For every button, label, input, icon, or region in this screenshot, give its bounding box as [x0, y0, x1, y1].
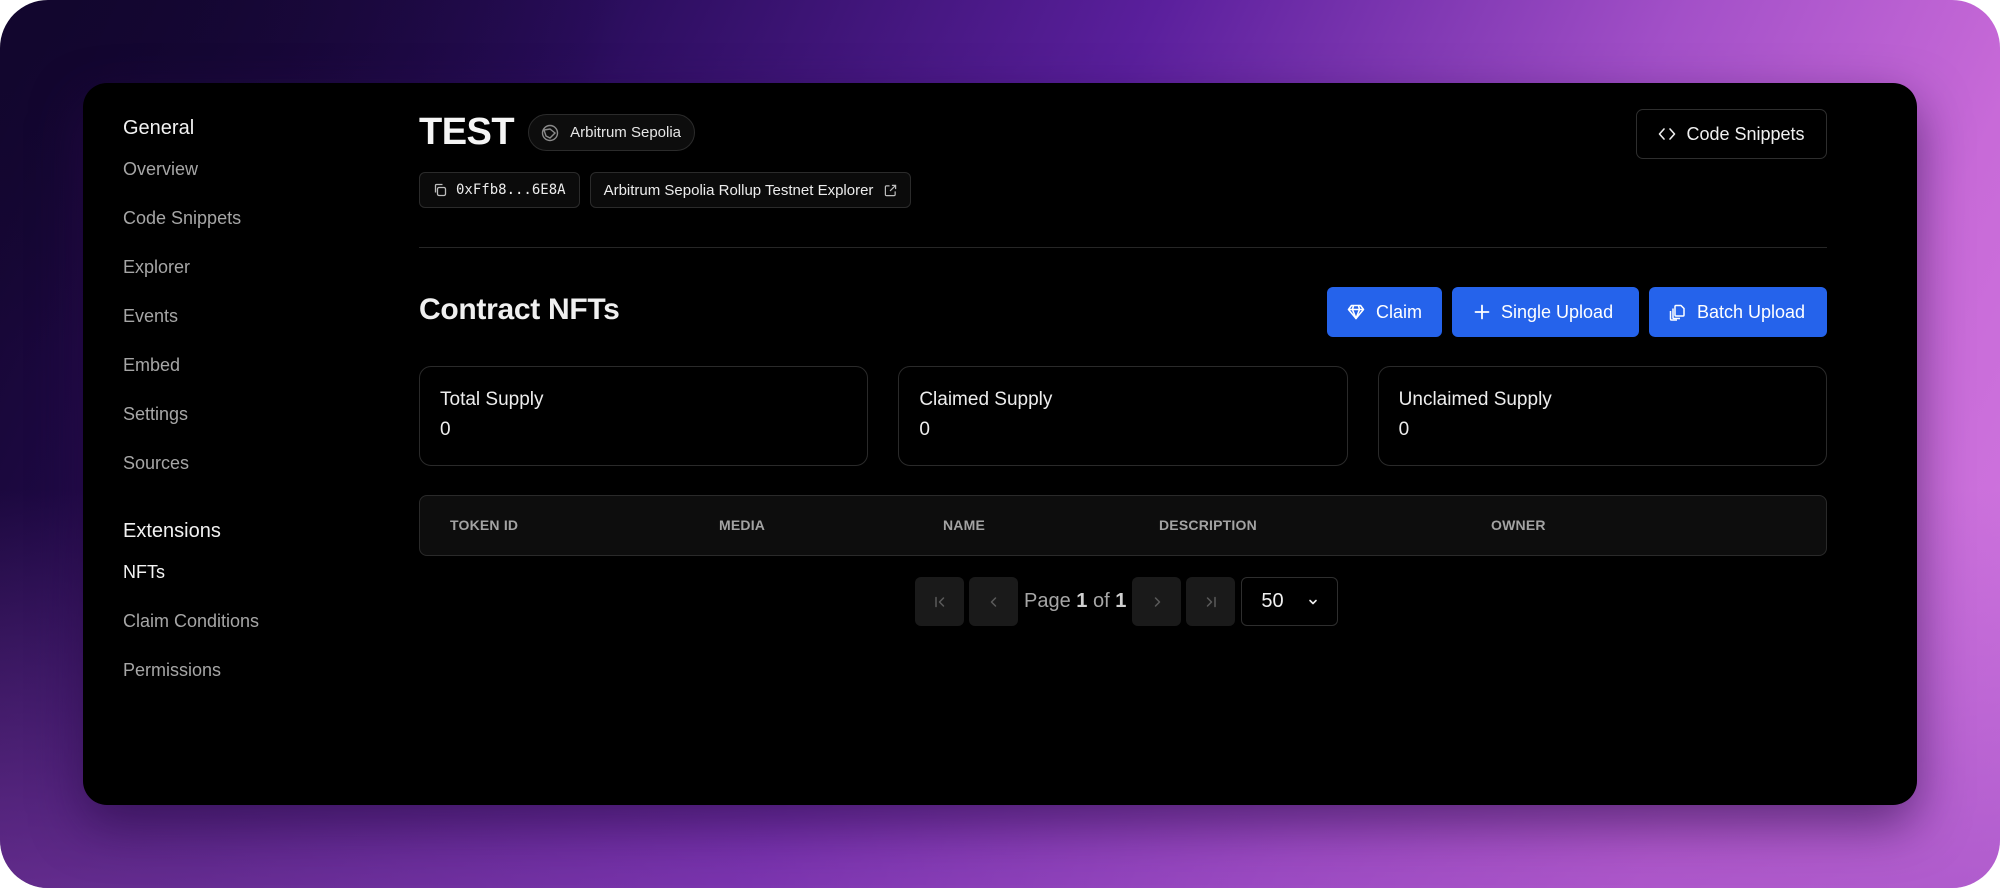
stat-value: 0	[919, 419, 930, 440]
column-header-name[interactable]: NAME	[943, 496, 985, 555]
chevron-right-icon	[1154, 596, 1161, 607]
chevron-down-icon	[1309, 599, 1318, 604]
supply-stats: Total Supply 0 Claimed Supply 0 Unclaime…	[419, 366, 1827, 466]
chevrons-first-icon	[934, 596, 944, 607]
single-upload-button[interactable]: Single Upload	[1452, 287, 1639, 337]
chevrons-last-icon	[1206, 596, 1216, 607]
sidebar-item-settings[interactable]: Settings	[123, 390, 383, 439]
explorer-link-label: Arbitrum Sepolia Rollup Testnet Explorer	[603, 181, 874, 199]
stat-card-unclaimed-supply: Unclaimed Supply 0	[1377, 366, 1827, 466]
sidebar: General Overview Code Snippets Explorer …	[123, 115, 383, 695]
sidebar-item-explorer[interactable]: Explorer	[123, 243, 383, 292]
page-prefix: Page	[1024, 590, 1071, 612]
sidebar-heading-general: General	[123, 117, 195, 139]
claim-button[interactable]: Claim	[1327, 287, 1442, 337]
column-header-token-id[interactable]: TOKEN ID	[450, 496, 518, 555]
contract-chips: 0xFfb8...6E8A Arbitrum Sepolia Rollup Te…	[419, 172, 912, 208]
contract-header: TEST Arbitrum Sepolia	[419, 111, 696, 154]
batch-upload-label: Batch Upload	[1697, 301, 1806, 322]
copy-address-button[interactable]: 0xFfb8...6E8A	[419, 172, 580, 208]
page-size-value: 50	[1261, 590, 1284, 612]
code-brackets-icon	[1659, 128, 1676, 140]
stat-card-total-supply: Total Supply 0	[419, 366, 869, 466]
section-title: Contract NFTs	[419, 293, 620, 326]
sidebar-item-events[interactable]: Events	[123, 292, 383, 341]
previous-page-button[interactable]	[969, 577, 1018, 626]
sidebar-heading-extensions: Extensions	[123, 520, 221, 542]
files-icon	[1669, 304, 1685, 321]
page-indicator: Page 1 of 1	[1024, 590, 1126, 613]
sidebar-group-general: General Overview Code Snippets Explorer …	[123, 115, 383, 488]
contract-address: 0xFfb8...6E8A	[456, 182, 566, 198]
sidebar-item-sources[interactable]: Sources	[123, 439, 383, 488]
pagination: Page 1 of 1 50	[915, 577, 1339, 626]
stat-value: 0	[1398, 419, 1410, 440]
claim-label: Claim	[1375, 301, 1422, 322]
page-size-select[interactable]: 50	[1241, 577, 1339, 626]
chain-badge[interactable]: Arbitrum Sepolia	[528, 114, 696, 151]
column-header-media[interactable]: MEDIA	[719, 496, 765, 555]
external-link-icon	[885, 184, 897, 196]
sidebar-item-permissions[interactable]: Permissions	[123, 646, 383, 695]
column-header-description[interactable]: DESCRIPTION	[1159, 496, 1257, 555]
copy-icon	[434, 183, 447, 197]
nft-table: TOKEN ID MEDIA NAME DESCRIPTION OWNER	[419, 495, 1827, 556]
page-of: of	[1092, 590, 1110, 612]
sidebar-item-overview[interactable]: Overview	[123, 145, 383, 194]
stat-label: Total Supply	[440, 389, 544, 410]
sidebar-item-claim-conditions[interactable]: Claim Conditions	[123, 597, 383, 646]
first-page-button[interactable]	[915, 577, 964, 626]
stat-card-claimed-supply: Claimed Supply 0	[898, 366, 1348, 466]
sidebar-item-code-snippets[interactable]: Code Snippets	[123, 194, 383, 243]
column-header-owner[interactable]: OWNER	[1491, 496, 1546, 555]
sidebar-group-extensions: Extensions NFTs Claim Conditions Permiss…	[123, 518, 383, 695]
batch-upload-button[interactable]: Batch Upload	[1649, 287, 1827, 337]
sidebar-item-embed[interactable]: Embed	[123, 341, 383, 390]
last-page-button[interactable]	[1186, 577, 1236, 626]
code-snippets-label: Code Snippets	[1686, 123, 1805, 144]
contract-title: TEST	[419, 111, 515, 153]
chevron-left-icon	[990, 596, 996, 607]
explorer-link[interactable]: Arbitrum Sepolia Rollup Testnet Explorer	[589, 172, 912, 208]
plus-icon	[1474, 304, 1490, 320]
diamond-icon	[1347, 304, 1365, 320]
current-page: 1	[1076, 590, 1088, 612]
code-snippets-button[interactable]: Code Snippets	[1636, 109, 1827, 159]
sidebar-item-nfts[interactable]: NFTs	[123, 548, 383, 597]
chain-badge-label: Arbitrum Sepolia	[570, 124, 682, 141]
stat-label: Unclaimed Supply	[1398, 389, 1552, 410]
stat-label: Claimed Supply	[919, 389, 1053, 410]
header-divider	[419, 247, 1827, 248]
single-upload-label: Single Upload	[1501, 301, 1614, 322]
total-pages: 1	[1115, 590, 1127, 612]
app-window: General Overview Code Snippets Explorer …	[83, 83, 1917, 805]
globe-network-icon	[541, 124, 559, 141]
nft-actions: Claim Single Upload Batch Upload	[1327, 287, 1827, 337]
next-page-button[interactable]	[1132, 577, 1182, 626]
stat-value: 0	[440, 419, 451, 440]
